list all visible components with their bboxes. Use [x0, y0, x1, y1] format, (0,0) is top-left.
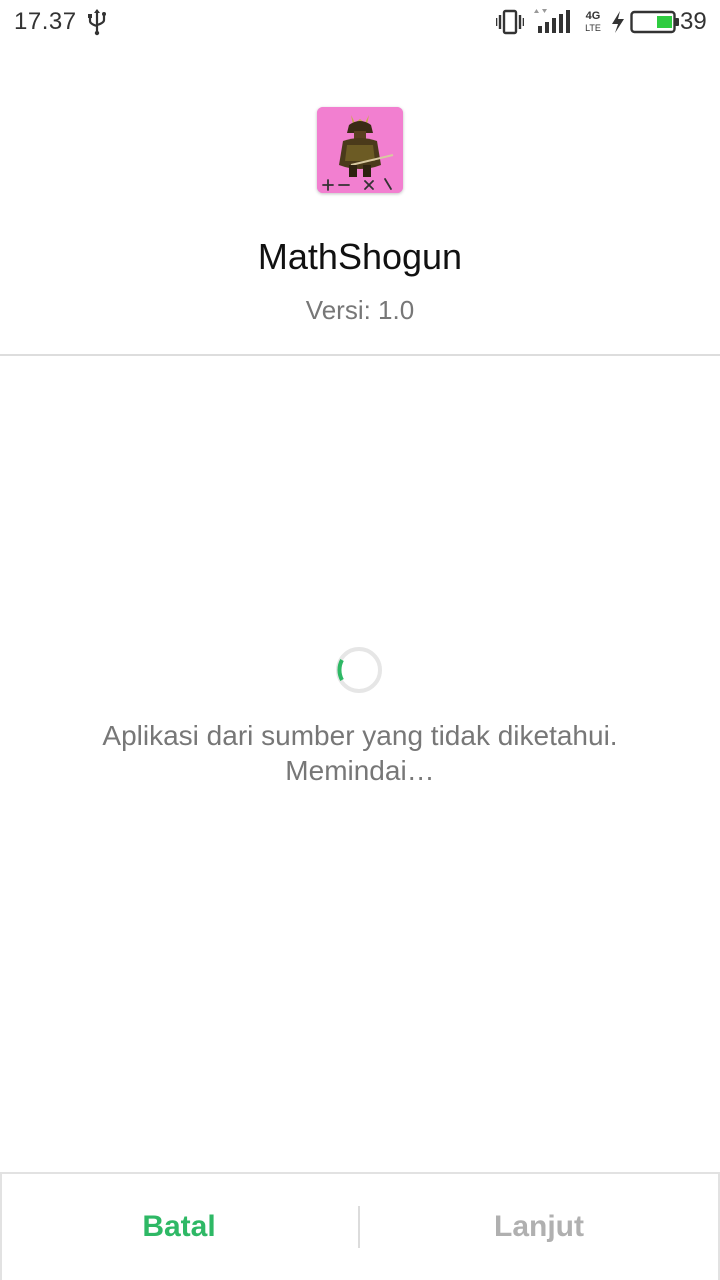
header-divider — [0, 354, 720, 356]
cancel-button[interactable]: Batal — [0, 1174, 358, 1280]
network-type-label: 4G — [585, 10, 601, 22]
status-bar: 17.37 4G LTE 39 — [0, 0, 720, 44]
battery-icon — [630, 10, 679, 34]
app-version: Versi: 1.0 — [305, 295, 415, 325]
usb-icon — [88, 9, 106, 36]
network-type-icon: 4G LTE — [582, 10, 604, 36]
vibrate-icon — [496, 9, 524, 35]
scan-message: Aplikasi dari sumber yang tidak diketahu… — [0, 718, 720, 788]
signal-icon — [534, 9, 570, 33]
app-name: MathShogun — [257, 236, 463, 277]
install-screen: 17.37 4G LTE 39 MathShogun Versi: 1.0 Ap… — [0, 0, 720, 1280]
status-time: 17.37 — [14, 8, 77, 35]
action-bar-left-edge — [0, 1172, 2, 1280]
mathshogun-app-icon — [317, 107, 403, 193]
battery-fill — [657, 16, 672, 28]
action-bar: Batal Lanjut — [0, 1172, 720, 1280]
charging-icon — [612, 11, 624, 33]
samurai-illustration — [317, 107, 403, 193]
scan-message-source: Aplikasi dari sumber yang tidak diketahu… — [102, 720, 618, 751]
next-button[interactable]: Lanjut — [360, 1174, 718, 1280]
loading-spinner-icon — [336, 647, 382, 693]
scan-message-status: Memindai… — [285, 755, 435, 786]
battery-percentage: 39 — [680, 8, 707, 35]
network-subtype-label: LTE — [585, 23, 601, 33]
